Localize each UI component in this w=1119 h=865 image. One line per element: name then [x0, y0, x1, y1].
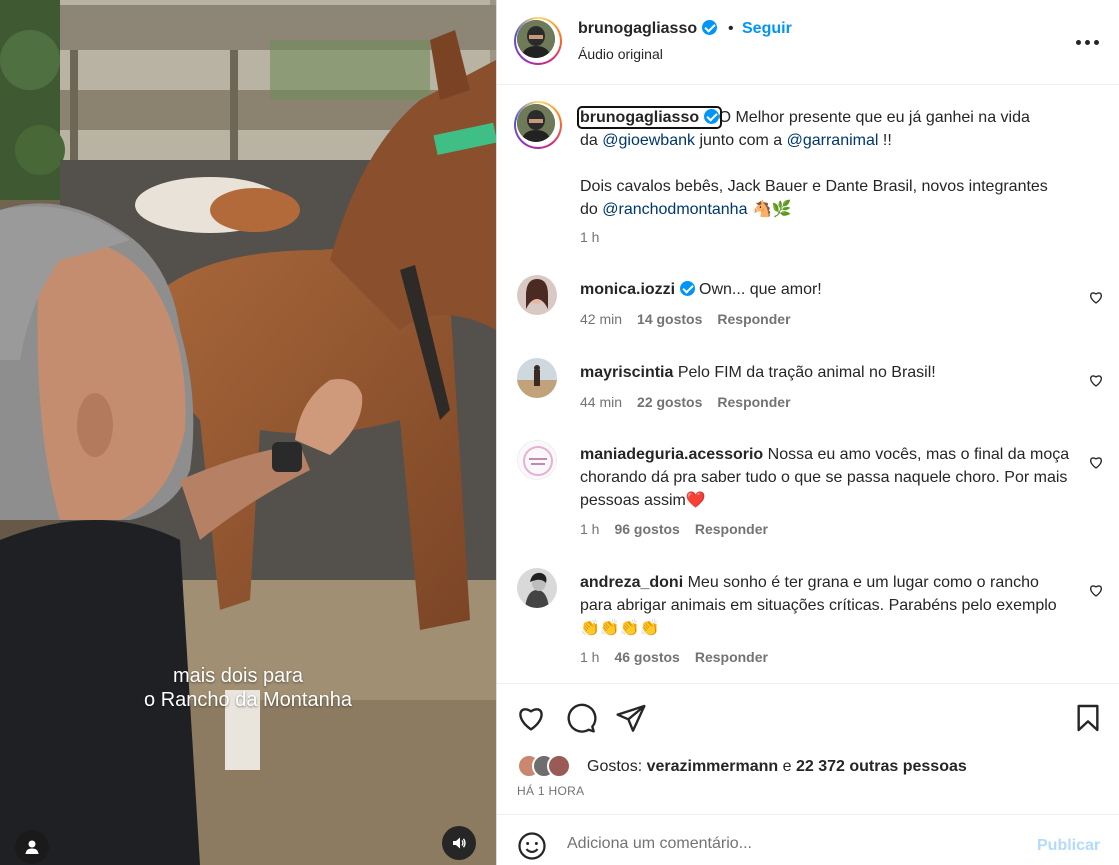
heart-icon[interactable]	[515, 702, 547, 734]
comment-likes-link[interactable]: 22 gostos	[637, 394, 702, 410]
caption-time: 1 h	[580, 229, 600, 245]
caption-story-ring[interactable]	[514, 101, 562, 149]
caption-emojis: 🐴🌿	[751, 201, 792, 218]
comment-meta: 42 min 14 gostos Responder	[580, 311, 791, 327]
mention-link[interactable]: @garranimal	[787, 132, 879, 149]
like-comment-heart-icon[interactable]	[1088, 454, 1104, 470]
avatar[interactable]	[517, 275, 557, 315]
liker-username[interactable]: verazimmermann	[647, 758, 779, 775]
comment-form: Publicar	[497, 814, 1119, 865]
comments-area[interactable]: brunogagliasso O Melhor presente que eu …	[497, 85, 1119, 683]
liker-avatar	[547, 754, 571, 778]
follow-button[interactable]: Seguir	[742, 20, 792, 38]
comment-time: 1 h	[580, 521, 600, 537]
comment-time: 1 h	[580, 649, 600, 665]
author-username[interactable]: brunogagliasso	[578, 20, 717, 38]
others-likes-link[interactable]: 22 372 outras pessoas	[796, 758, 967, 775]
comment-time: 42 min	[580, 311, 623, 327]
comment-meta: 1 h 46 gostos Responder	[580, 649, 768, 665]
reply-button[interactable]: Responder	[717, 311, 790, 327]
publish-button[interactable]: Publicar	[1037, 837, 1100, 855]
avatar[interactable]	[517, 440, 557, 480]
comment-text: maniadeguria.acessorio Nossa eu amo você…	[580, 446, 1070, 509]
post-header: brunogagliasso • Seguir Áudio original	[497, 0, 1119, 85]
likes-text[interactable]: Gostos: verazimmermann e 22 372 outras p…	[587, 758, 967, 776]
comment-likes-link[interactable]: 46 gostos	[614, 649, 679, 665]
post-timestamp[interactable]: HÁ 1 HORA	[517, 784, 584, 798]
mention-link[interactable]: @ranchodmontanha	[602, 201, 747, 218]
comment-meta: 1 h 96 gostos Responder	[580, 521, 768, 537]
verified-badge-icon	[701, 20, 717, 35]
caption-text: brunogagliasso O Melhor presente que eu …	[577, 106, 1048, 218]
reply-button[interactable]: Responder	[695, 649, 768, 665]
comment-text: mayriscintia Pelo FIM da tração animal n…	[580, 364, 936, 381]
comment-username[interactable]: maniadeguria.acessorio	[580, 446, 763, 463]
separator-dot: •	[728, 20, 734, 37]
reply-button[interactable]: Responder	[695, 521, 768, 537]
comment-text: andreza_doni Meu sonho é ter grana e um …	[580, 574, 1057, 637]
comment-username[interactable]: monica.iozzi	[580, 281, 695, 298]
mention-link[interactable]: @gioewbank	[602, 132, 695, 149]
video-frame	[0, 0, 496, 865]
comment-input[interactable]	[567, 835, 1007, 853]
mute-button[interactable]	[442, 826, 476, 860]
avatar[interactable]	[517, 568, 557, 608]
comment-time: 44 min	[580, 394, 623, 410]
video-player[interactable]: mais dois para o Rancho da Montanha	[0, 0, 496, 865]
comment-text: monica.iozzi Own... que amor!	[580, 281, 822, 298]
comment-likes-link[interactable]: 96 gostos	[614, 521, 679, 537]
avatar[interactable]	[517, 358, 557, 398]
like-comment-heart-icon[interactable]	[1088, 289, 1104, 305]
video-caption-line-2: o Rancho da Montanha	[144, 689, 352, 711]
post-panel: brunogagliasso • Seguir Áudio original b…	[496, 0, 1119, 865]
story-ring[interactable]	[514, 17, 562, 65]
bookmark-icon[interactable]	[1072, 702, 1104, 734]
speaker-icon	[453, 837, 466, 849]
post-actions: Gostos: verazimmermann e 22 372 outras p…	[497, 683, 1119, 865]
reply-button[interactable]: Responder	[717, 394, 790, 410]
avatar	[517, 104, 555, 142]
user-icon	[25, 840, 39, 854]
more-options-button[interactable]	[1073, 28, 1101, 56]
more-horizontal-icon	[1075, 39, 1081, 45]
video-caption-line-1: mais dois para	[172, 665, 304, 687]
verified-badge-icon	[703, 109, 719, 124]
comment-likes-link[interactable]: 14 gostos	[637, 311, 702, 327]
user-tag-button[interactable]	[15, 830, 49, 864]
caption-username[interactable]: brunogagliasso	[577, 106, 722, 129]
paper-plane-icon[interactable]	[615, 702, 647, 734]
emoji-icon[interactable]	[517, 831, 547, 861]
original-audio-link[interactable]: Áudio original	[578, 46, 663, 62]
like-comment-heart-icon[interactable]	[1088, 372, 1104, 388]
comment-meta: 44 min 22 gostos Responder	[580, 394, 791, 410]
avatar	[517, 20, 555, 58]
comment-username[interactable]: andreza_doni	[580, 574, 683, 591]
comment-bubble-icon[interactable]	[565, 702, 597, 734]
like-comment-heart-icon[interactable]	[1088, 582, 1104, 598]
verified-badge-icon	[679, 281, 695, 296]
comment-username[interactable]: mayriscintia	[580, 364, 673, 381]
